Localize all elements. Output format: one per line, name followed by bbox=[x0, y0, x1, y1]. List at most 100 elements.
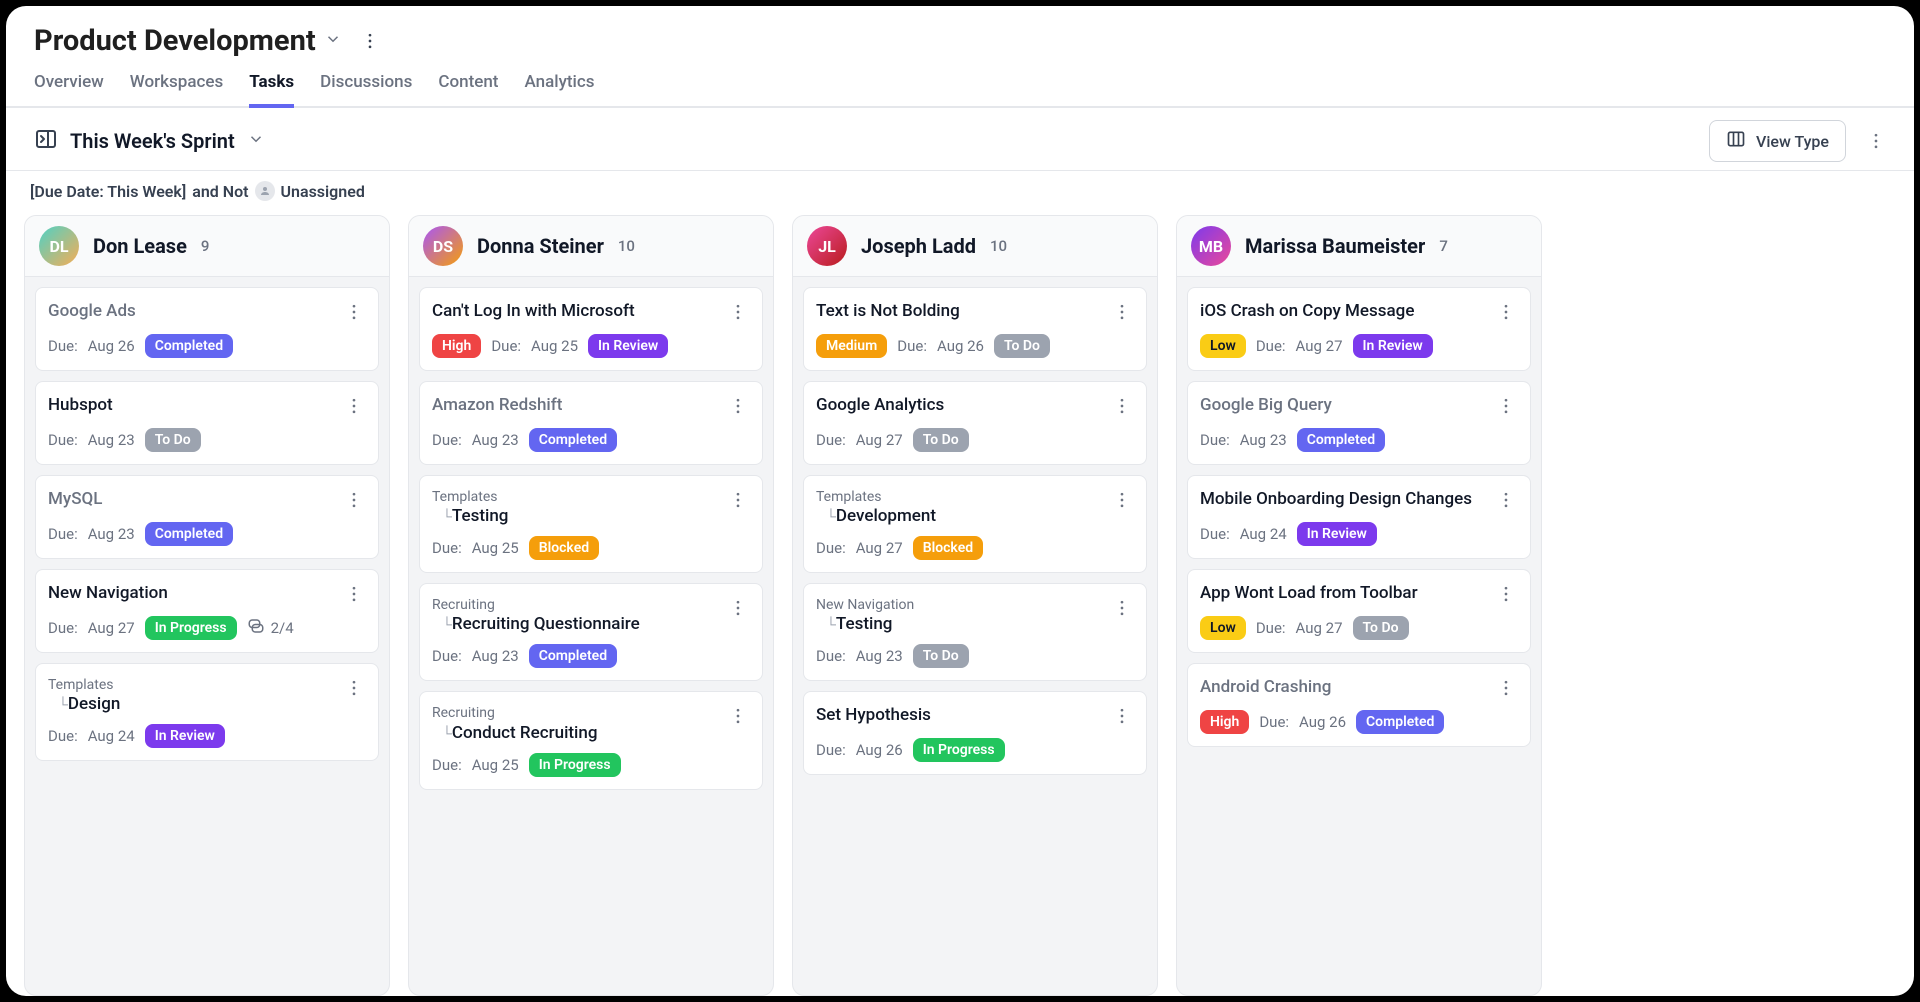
card-more-button[interactable] bbox=[1110, 488, 1134, 512]
card-title: └Testing bbox=[816, 614, 914, 634]
task-card[interactable]: Android CrashingHighDue:Aug 26Completed bbox=[1187, 663, 1531, 747]
tab-overview[interactable]: Overview bbox=[34, 72, 104, 106]
task-card[interactable]: New Navigation└TestingDue:Aug 23To Do bbox=[803, 583, 1147, 681]
card-more-button[interactable] bbox=[1494, 676, 1518, 700]
status-badge[interactable]: Completed bbox=[145, 522, 233, 546]
status-badge[interactable]: In Progress bbox=[145, 616, 237, 640]
chevron-down-icon[interactable] bbox=[247, 130, 265, 152]
task-card[interactable]: Google AdsDue:Aug 26Completed bbox=[35, 287, 379, 371]
column-count: 7 bbox=[1439, 237, 1448, 255]
header-more-button[interactable] bbox=[356, 27, 384, 55]
task-card[interactable]: Recruiting└Recruiting QuestionnaireDue:A… bbox=[419, 583, 763, 681]
task-card[interactable]: Can't Log In with MicrosoftHighDue:Aug 2… bbox=[419, 287, 763, 371]
card-more-button[interactable] bbox=[342, 394, 366, 418]
status-badge[interactable]: In Review bbox=[1353, 334, 1433, 358]
tab-tasks[interactable]: Tasks bbox=[249, 72, 294, 108]
task-card[interactable]: HubspotDue:Aug 23To Do bbox=[35, 381, 379, 465]
card-more-button[interactable] bbox=[1494, 488, 1518, 512]
avatar[interactable]: MB bbox=[1191, 226, 1231, 266]
chevron-down-icon[interactable] bbox=[324, 30, 342, 52]
status-badge[interactable]: Blocked bbox=[529, 536, 599, 560]
card-more-button[interactable] bbox=[726, 488, 750, 512]
status-badge[interactable]: Completed bbox=[529, 428, 617, 452]
filter-due-chip[interactable]: [Due Date: This Week] bbox=[30, 182, 186, 201]
card-top: Hubspot bbox=[48, 394, 366, 418]
card-more-button[interactable] bbox=[726, 300, 750, 324]
child-arrow-icon: └ bbox=[48, 697, 68, 713]
panel-right-icon[interactable] bbox=[34, 127, 58, 155]
status-badge[interactable]: To Do bbox=[994, 334, 1050, 358]
card-more-button[interactable] bbox=[1110, 300, 1134, 324]
card-more-button[interactable] bbox=[1110, 394, 1134, 418]
card-more-button[interactable] bbox=[342, 300, 366, 324]
card-more-button[interactable] bbox=[1494, 300, 1518, 324]
task-card[interactable]: Set HypothesisDue:Aug 26In Progress bbox=[803, 691, 1147, 775]
status-badge[interactable]: Completed bbox=[1297, 428, 1385, 452]
task-card[interactable]: App Wont Load from ToolbarLowDue:Aug 27T… bbox=[1187, 569, 1531, 653]
tab-workspaces[interactable]: Workspaces bbox=[130, 72, 223, 106]
task-card[interactable]: New NavigationDue:Aug 27In Progress2/4 bbox=[35, 569, 379, 653]
status-badge[interactable]: Completed bbox=[529, 644, 617, 668]
columns-icon bbox=[1726, 129, 1746, 153]
due-date: Aug 24 bbox=[1240, 525, 1287, 543]
filter-unassigned-label[interactable]: Unassigned bbox=[281, 182, 365, 201]
avatar[interactable]: DL bbox=[39, 226, 79, 266]
card-more-button[interactable] bbox=[1494, 394, 1518, 418]
column-body[interactable]: Google AdsDue:Aug 26CompletedHubspotDue:… bbox=[25, 277, 389, 995]
avatar[interactable]: DS bbox=[423, 226, 463, 266]
card-title-wrap: Can't Log In with Microsoft bbox=[432, 300, 635, 323]
column-body[interactable]: iOS Crash on Copy MessageLowDue:Aug 27In… bbox=[1177, 277, 1541, 995]
column-body[interactable]: Can't Log In with MicrosoftHighDue:Aug 2… bbox=[409, 277, 773, 995]
status-badge[interactable]: To Do bbox=[913, 644, 969, 668]
status-badge[interactable]: Completed bbox=[1356, 710, 1444, 734]
card-more-button[interactable] bbox=[1110, 596, 1134, 620]
status-badge[interactable]: In Review bbox=[145, 724, 225, 748]
card-more-button[interactable] bbox=[342, 676, 366, 700]
column-body[interactable]: Text is Not BoldingMediumDue:Aug 26To Do… bbox=[793, 277, 1157, 995]
due-date: Aug 27 bbox=[856, 431, 903, 449]
due-date: Aug 26 bbox=[856, 741, 903, 759]
task-card[interactable]: Google AnalyticsDue:Aug 27To Do bbox=[803, 381, 1147, 465]
card-more-button[interactable] bbox=[1494, 582, 1518, 606]
status-badge[interactable]: In Progress bbox=[529, 753, 621, 777]
tab-analytics[interactable]: Analytics bbox=[524, 72, 594, 106]
task-card[interactable]: Templates└DevelopmentDue:Aug 27Blocked bbox=[803, 475, 1147, 573]
task-card[interactable]: Templates└DesignDue:Aug 24In Review bbox=[35, 663, 379, 761]
tab-content[interactable]: Content bbox=[438, 72, 498, 106]
task-card[interactable]: Mobile Onboarding Design ChangesDue:Aug … bbox=[1187, 475, 1531, 559]
kanban-board[interactable]: DLDon Lease9Google AdsDue:Aug 26Complete… bbox=[6, 215, 1914, 996]
task-card[interactable]: Recruiting└Conduct RecruitingDue:Aug 25I… bbox=[419, 691, 763, 789]
status-badge[interactable]: Blocked bbox=[913, 536, 983, 560]
card-more-button[interactable] bbox=[342, 488, 366, 512]
column-name: Don Lease bbox=[93, 234, 187, 258]
card-more-button[interactable] bbox=[342, 582, 366, 606]
status-badge[interactable]: Completed bbox=[145, 334, 233, 358]
status-badge[interactable]: In Review bbox=[588, 334, 668, 358]
card-title-wrap: Mobile Onboarding Design Changes bbox=[1200, 488, 1472, 511]
tab-discussions[interactable]: Discussions bbox=[320, 72, 412, 106]
status-badge[interactable]: To Do bbox=[913, 428, 969, 452]
task-card[interactable]: Amazon RedshiftDue:Aug 23Completed bbox=[419, 381, 763, 465]
card-more-button[interactable] bbox=[726, 394, 750, 418]
task-card[interactable]: Templates└TestingDue:Aug 25Blocked bbox=[419, 475, 763, 573]
status-badge[interactable]: In Review bbox=[1297, 522, 1377, 546]
task-card[interactable]: MySQLDue:Aug 23Completed bbox=[35, 475, 379, 559]
card-meta: Due:Aug 26Completed bbox=[48, 334, 366, 358]
status-badge[interactable]: To Do bbox=[1353, 616, 1409, 640]
card-title-wrap: Text is Not Bolding bbox=[816, 300, 960, 323]
due-date: Aug 26 bbox=[1299, 713, 1346, 731]
priority-badge: High bbox=[432, 334, 481, 358]
card-more-button[interactable] bbox=[1110, 704, 1134, 728]
board-title[interactable]: This Week's Sprint bbox=[70, 129, 235, 153]
card-more-button[interactable] bbox=[726, 704, 750, 728]
status-badge[interactable]: To Do bbox=[145, 428, 201, 452]
card-more-button[interactable] bbox=[726, 596, 750, 620]
task-card[interactable]: Text is Not BoldingMediumDue:Aug 26To Do bbox=[803, 287, 1147, 371]
subheader-more-button[interactable] bbox=[1864, 129, 1888, 153]
status-badge[interactable]: In Progress bbox=[913, 738, 1005, 762]
card-meta: Due:Aug 24In Review bbox=[48, 724, 366, 748]
view-type-button[interactable]: View Type bbox=[1709, 120, 1846, 162]
task-card[interactable]: Google Big QueryDue:Aug 23Completed bbox=[1187, 381, 1531, 465]
avatar[interactable]: JL bbox=[807, 226, 847, 266]
task-card[interactable]: iOS Crash on Copy MessageLowDue:Aug 27In… bbox=[1187, 287, 1531, 371]
